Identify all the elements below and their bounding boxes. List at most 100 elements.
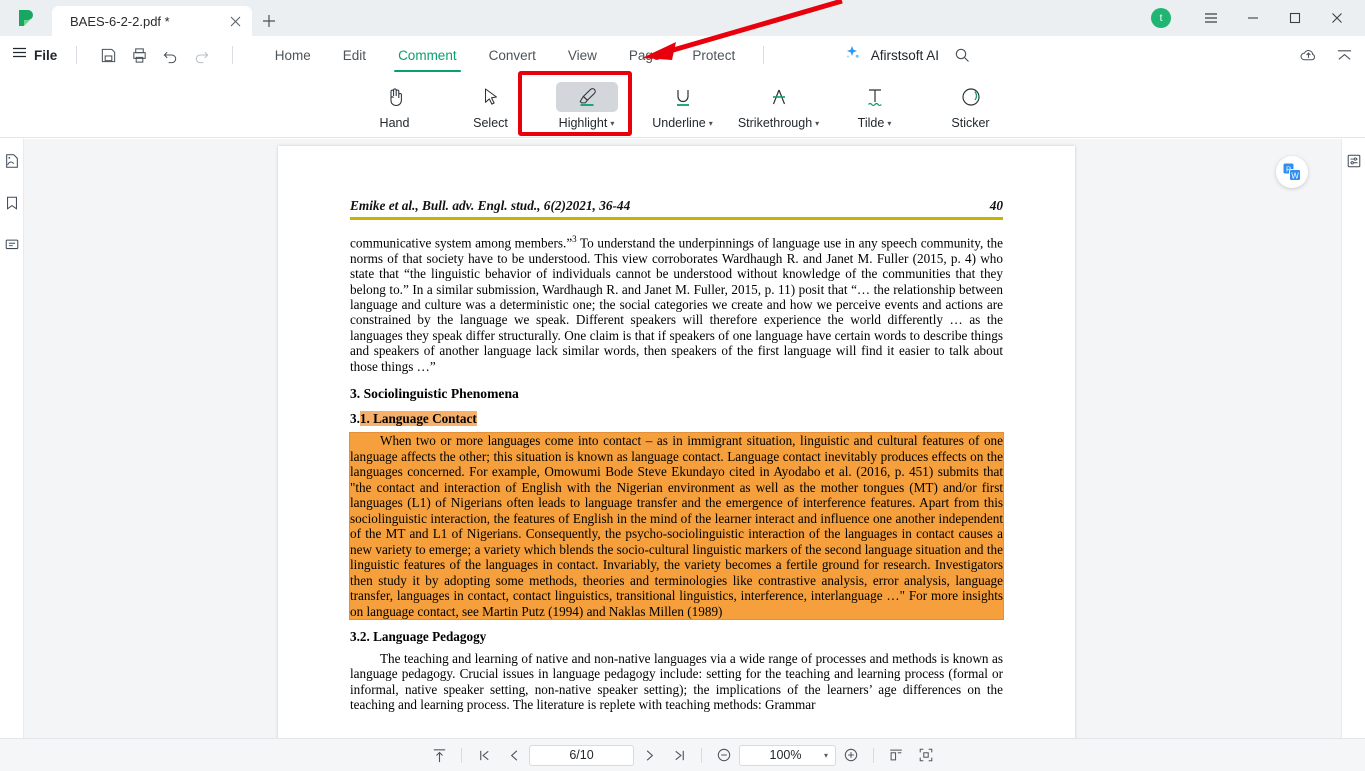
paragraph-intro-b: To understand the underpinnings of langu…	[350, 235, 1003, 374]
chevron-down-icon[interactable]: ▾	[610, 119, 614, 128]
tab-convert[interactable]: Convert	[473, 36, 552, 74]
properties-panel-icon[interactable]	[1344, 151, 1364, 171]
tab-comment[interactable]: Comment	[382, 36, 473, 74]
left-sidebar	[0, 139, 24, 738]
page-number-value: 6/10	[569, 748, 594, 762]
ai-sparkle-icon[interactable]	[843, 44, 861, 67]
undo-icon[interactable]	[158, 43, 182, 67]
print-icon[interactable]	[127, 43, 151, 67]
tilde-icon	[844, 82, 906, 112]
avatar-letter: t	[1159, 12, 1163, 24]
tab-home[interactable]: Home	[259, 36, 327, 74]
next-page-icon[interactable]	[634, 743, 664, 767]
hand-icon	[364, 82, 426, 112]
chevron-down-icon[interactable]: ▾	[824, 751, 828, 760]
close-icon[interactable]	[226, 12, 244, 30]
tool-label: Select	[473, 115, 508, 130]
tool-label: Highlight ▾	[558, 115, 615, 130]
document-tab[interactable]: BAES-6-2-2.pdf *	[52, 6, 252, 36]
first-page-icon[interactable]	[469, 743, 499, 767]
paragraph-intro: communicative system among members.”3 To…	[350, 232, 1003, 374]
minimize-icon[interactable]	[1233, 0, 1273, 36]
paragraph-intro-a: communicative system among members.”	[350, 235, 573, 251]
tool-label: Sticker	[951, 115, 990, 130]
cursor-select-icon	[460, 82, 522, 112]
highlighted-paragraph: When two or more languages come into con…	[350, 433, 1003, 620]
header-rule	[350, 217, 1003, 220]
hamburger-icon[interactable]	[12, 45, 27, 65]
avatar[interactable]: t	[1151, 8, 1171, 28]
running-head-left: Emike et al., Bull. adv. Engl. stud., 6(…	[350, 198, 631, 213]
collapse-ribbon-icon[interactable]	[1331, 42, 1357, 68]
document-viewport[interactable]: Emike et al., Bull. adv. Engl. stud., 6(…	[24, 139, 1341, 738]
tool-label: Tilde ▾	[857, 115, 892, 130]
save-icon[interactable]	[96, 43, 120, 67]
fullscreen-icon[interactable]	[911, 743, 941, 767]
tool-underline[interactable]: Underline ▾	[635, 78, 731, 134]
divider	[232, 46, 234, 64]
tab-protect[interactable]: Protect	[676, 36, 751, 74]
paragraph-pedagogy: The teaching and learning of native and …	[350, 651, 1003, 713]
bookmark-icon[interactable]	[2, 193, 22, 213]
close-window-icon[interactable]	[1317, 0, 1357, 36]
divider	[873, 747, 874, 763]
tool-tilde[interactable]: Tilde ▾	[827, 78, 923, 134]
page-running-head: Emike et al., Bull. adv. Engl. stud., 6(…	[350, 198, 1003, 217]
single-page-view-icon[interactable]	[881, 743, 911, 767]
maximize-icon[interactable]	[1275, 0, 1315, 36]
zoom-in-icon[interactable]	[836, 743, 866, 767]
tool-strikethrough[interactable]: Strikethrough ▾	[731, 78, 827, 134]
right-sidebar	[1341, 139, 1365, 738]
underline-icon	[652, 82, 714, 112]
heading-section-3-2: 3.2. Language Pedagogy	[350, 629, 487, 645]
divider	[701, 747, 702, 763]
tool-highlight[interactable]: Highlight ▾	[539, 78, 635, 134]
menu-bar: File Home Edit Comment Convert View Page	[0, 36, 1365, 74]
chevron-down-icon[interactable]: ▾	[815, 119, 819, 128]
window-controls: t	[1151, 0, 1365, 36]
zoom-value: 100%	[769, 748, 802, 762]
heading-section-3-1: 3.1. Language Contact	[350, 411, 477, 427]
heading-section-3: 3. Sociolinguistic Phenomena	[350, 386, 519, 402]
divider	[76, 46, 78, 64]
comment-ribbon: Hand Select Highlight ▾ Underline ▾ Stri…	[0, 74, 1365, 138]
new-tab-button[interactable]	[252, 6, 286, 36]
strikethrough-icon	[748, 82, 810, 112]
pdf-to-word-icon[interactable]: P W	[1276, 156, 1308, 188]
last-page-icon[interactable]	[664, 743, 694, 767]
tool-sticker[interactable]: Sticker	[923, 78, 1019, 134]
highlighted-paragraph-text: When two or more languages come into con…	[350, 433, 1003, 619]
document-tab-label: BAES-6-2-2.pdf *	[70, 13, 170, 29]
cloud-upload-icon[interactable]	[1295, 42, 1321, 68]
redo-icon[interactable]	[189, 43, 213, 67]
chevron-down-icon[interactable]: ▾	[887, 119, 891, 128]
highlighted-heading-text: 1. Language Contact	[359, 411, 477, 427]
tool-select[interactable]: Select	[443, 78, 539, 134]
thumbnails-icon[interactable]	[2, 151, 22, 171]
fit-page-icon[interactable]	[424, 743, 454, 767]
tab-page[interactable]: Page	[613, 36, 677, 74]
file-menu-label[interactable]: File	[34, 48, 57, 63]
highlighter-icon	[555, 81, 618, 112]
app-window: BAES-6-2-2.pdf * t File Home Edit Commen…	[0, 0, 1365, 771]
search-icon[interactable]	[949, 42, 975, 68]
sticker-icon	[940, 82, 1002, 112]
tab-edit[interactable]: Edit	[327, 36, 382, 74]
hamburger-menu-icon[interactable]	[1191, 0, 1231, 36]
prev-page-icon[interactable]	[499, 743, 529, 767]
chevron-down-icon[interactable]: ▾	[709, 119, 713, 128]
tab-view[interactable]: View	[552, 36, 613, 74]
comments-panel-icon[interactable]	[2, 235, 22, 255]
page-number-input[interactable]: 6/10	[529, 744, 634, 766]
tool-hand[interactable]: Hand	[347, 78, 443, 134]
tool-label: Underline ▾	[652, 115, 713, 130]
zoom-select[interactable]: 100% ▾	[739, 744, 836, 766]
tool-label: Strikethrough ▾	[737, 115, 820, 130]
pdf-page[interactable]: Emike et al., Bull. adv. Engl. stud., 6(…	[278, 146, 1075, 738]
ai-label[interactable]: Afirstsoft AI	[871, 48, 939, 63]
divider	[461, 747, 462, 763]
divider	[763, 46, 765, 64]
title-bar: BAES-6-2-2.pdf * t	[0, 0, 1365, 36]
page-number: 40	[989, 198, 1003, 213]
zoom-out-icon[interactable]	[709, 743, 739, 767]
